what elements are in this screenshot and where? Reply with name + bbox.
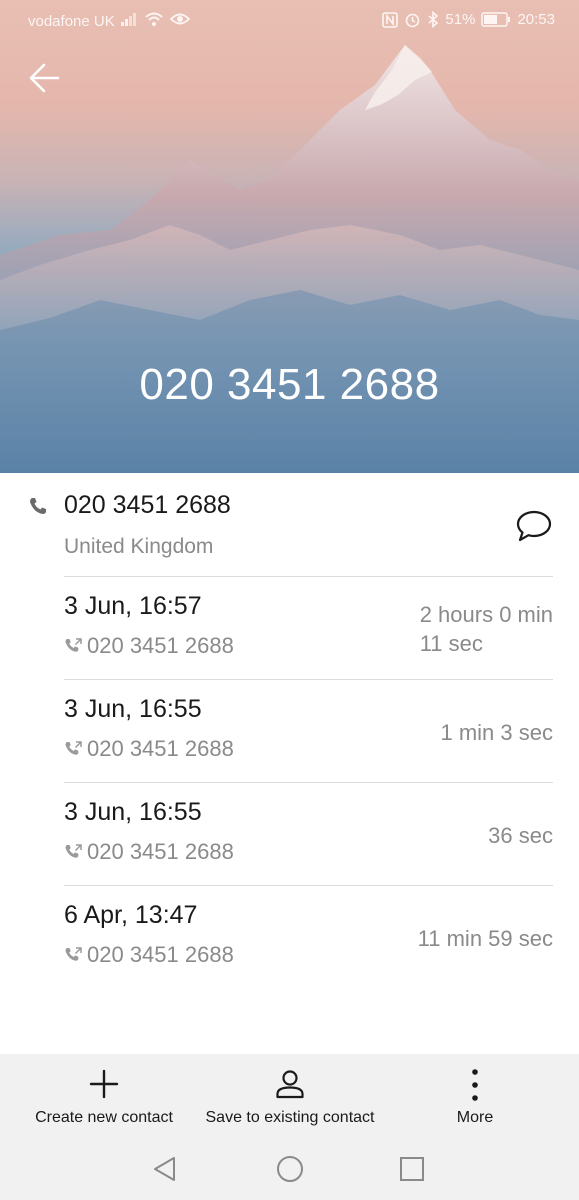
call-log-row[interactable]: 3 Jun, 16:57 020 3451 2688 2 hours 0 min… bbox=[0, 577, 579, 680]
clock: 20:53 bbox=[517, 11, 555, 28]
call-log-row[interactable]: 3 Jun, 16:55 020 3451 2688 36 sec bbox=[0, 783, 579, 886]
outgoing-call-icon bbox=[65, 638, 82, 652]
nav-home-icon[interactable] bbox=[275, 1154, 305, 1184]
call-number: 020 3451 2688 bbox=[87, 839, 234, 864]
status-left-icons bbox=[120, 11, 190, 27]
call-duration-line1: 11 min 59 sec bbox=[417, 926, 553, 951]
call-time: 6 Apr, 13:47 bbox=[64, 901, 198, 929]
call-number-line: 020 3451 2688 bbox=[64, 736, 234, 762]
bluetooth-icon bbox=[428, 11, 439, 28]
call-duration: 1 min 3 sec bbox=[441, 718, 554, 747]
status-bar: vodafone UK 51% 20:53 bbox=[0, 0, 579, 44]
message-icon bbox=[516, 510, 552, 542]
save-to-existing-contact-label: Save to existing contact bbox=[205, 1109, 375, 1126]
create-new-contact-label: Create new contact bbox=[35, 1109, 173, 1126]
call-duration-line1: 1 min 3 sec bbox=[440, 720, 554, 745]
eye-icon bbox=[170, 13, 190, 25]
bottom-action-bar: Create new contact Save to existing cont… bbox=[0, 1054, 579, 1200]
back-button[interactable] bbox=[26, 58, 66, 98]
nav-recents-icon[interactable] bbox=[398, 1155, 426, 1183]
carrier-label: vodafone UK bbox=[28, 13, 115, 30]
phone-icon bbox=[30, 498, 46, 514]
number-detail: 020 3451 2688 United Kingdom bbox=[0, 473, 579, 577]
battery-percent: 51% bbox=[445, 11, 476, 28]
nfc-icon bbox=[382, 11, 399, 28]
call-time: 3 Jun, 16:57 bbox=[64, 592, 202, 620]
wifi-icon bbox=[145, 12, 163, 26]
detail-phone-number[interactable]: 020 3451 2688 bbox=[64, 491, 231, 520]
outgoing-call-icon bbox=[65, 947, 82, 961]
header-hero: vodafone UK 51% 20:53 020 3451 2688 bbox=[0, 0, 579, 473]
call-number: 020 3451 2688 bbox=[87, 942, 234, 967]
call-time: 3 Jun, 16:55 bbox=[64, 695, 202, 723]
call-duration: 11 min 59 sec bbox=[418, 924, 553, 953]
call-number-line: 020 3451 2688 bbox=[64, 942, 234, 968]
back-arrow-icon bbox=[29, 63, 60, 93]
call-duration-line1: 2 hours 0 min bbox=[419, 602, 553, 627]
header-phone-number: 020 3451 2688 bbox=[139, 360, 440, 409]
outgoing-call-icon bbox=[65, 741, 82, 755]
signal-icon bbox=[121, 13, 136, 26]
call-number: 020 3451 2688 bbox=[87, 736, 234, 761]
send-message-button[interactable] bbox=[515, 508, 553, 544]
call-duration-line1: 36 sec bbox=[488, 823, 553, 848]
create-new-contact-button[interactable]: Create new contact bbox=[20, 1054, 188, 1144]
person-icon bbox=[276, 1070, 304, 1099]
call-number: 020 3451 2688 bbox=[87, 633, 234, 658]
save-to-existing-contact-button[interactable]: Save to existing contact bbox=[196, 1054, 384, 1144]
call-time: 3 Jun, 16:55 bbox=[64, 798, 202, 826]
call-log-row[interactable]: 6 Apr, 13:47 020 3451 2688 11 min 59 sec bbox=[0, 886, 579, 989]
call-duration-line2: 11 sec bbox=[419, 631, 483, 656]
more-vertical-icon bbox=[472, 1069, 478, 1101]
call-number-line: 020 3451 2688 bbox=[64, 633, 234, 659]
call-number-line: 020 3451 2688 bbox=[64, 839, 234, 865]
call-duration: 36 sec bbox=[488, 821, 553, 850]
nav-back-icon[interactable] bbox=[150, 1154, 180, 1184]
battery-icon bbox=[481, 12, 511, 27]
system-navigation-bar bbox=[0, 1146, 579, 1200]
plus-icon bbox=[89, 1069, 119, 1099]
more-button[interactable]: More bbox=[430, 1054, 520, 1144]
more-label: More bbox=[456, 1109, 494, 1126]
alarm-icon bbox=[406, 13, 420, 28]
detail-location: United Kingdom bbox=[64, 535, 214, 558]
call-log-row[interactable]: 3 Jun, 16:55 020 3451 2688 1 min 3 sec bbox=[0, 680, 579, 783]
status-right-icons: 51% 20:53 bbox=[382, 11, 555, 28]
outgoing-call-icon bbox=[65, 844, 82, 858]
call-duration: 2 hours 0 min 11 sec bbox=[420, 600, 553, 658]
